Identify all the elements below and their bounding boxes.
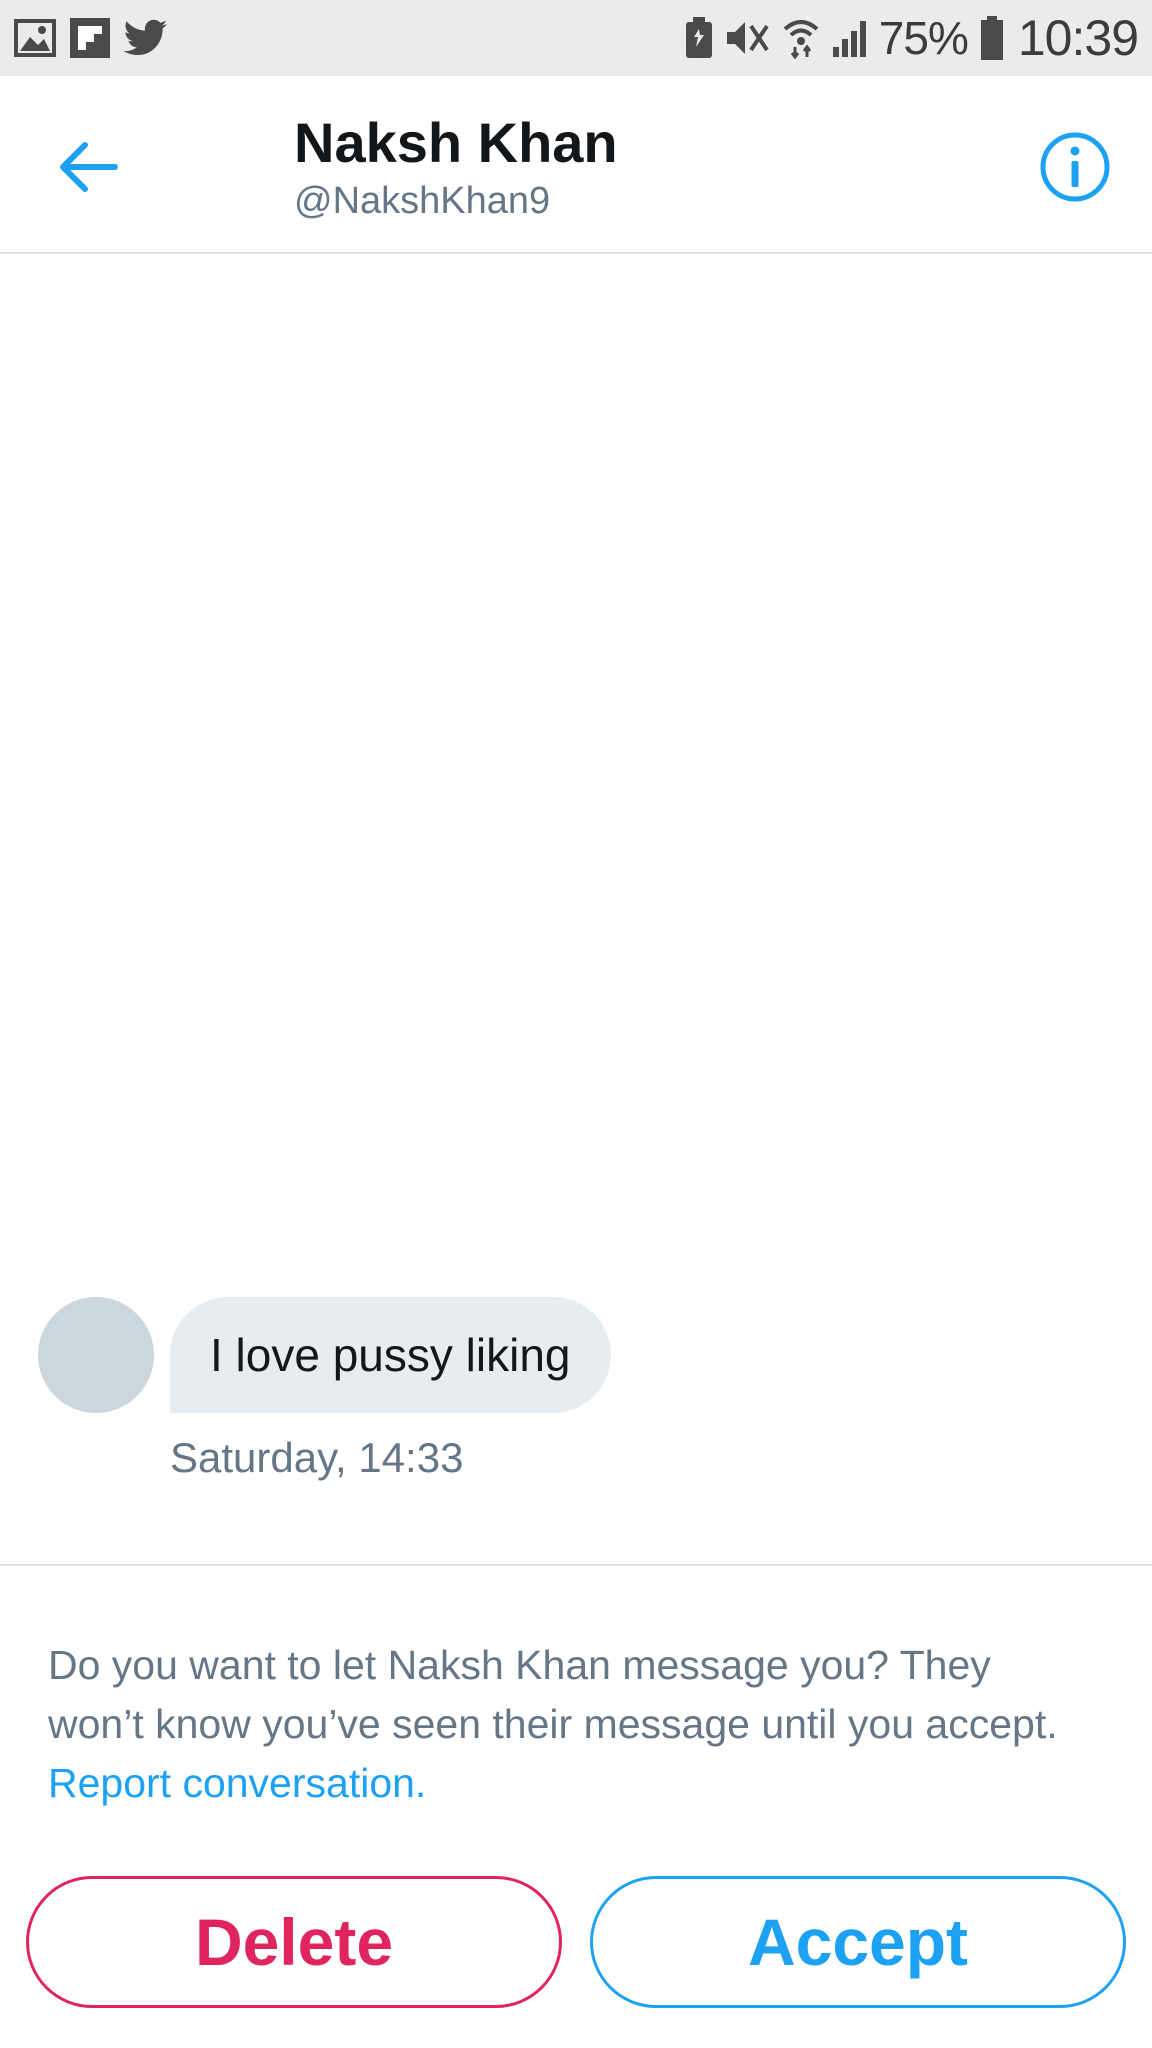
signal-icon [831, 19, 871, 57]
delete-button[interactable]: Delete [26, 1876, 562, 2008]
report-conversation-link[interactable]: Report conversation. [48, 1760, 426, 1806]
info-button[interactable] [1036, 128, 1114, 206]
wifi-icon [783, 17, 819, 59]
message-timestamp: Saturday, 14:33 [170, 1434, 464, 1481]
mute-icon [725, 18, 771, 58]
status-left [14, 18, 182, 58]
contact-handle[interactable]: @NakshKhan9 [294, 180, 550, 223]
flipboard-icon [70, 18, 110, 58]
status-bar: 75% 10:39 [0, 0, 1152, 76]
prompt-text: Do you want to let Naksh Khan message yo… [48, 1642, 1058, 1747]
battery-icon [980, 16, 1004, 60]
sender-avatar[interactable] [38, 1297, 154, 1413]
accept-button[interactable]: Accept [590, 1876, 1126, 2008]
back-button[interactable] [54, 132, 124, 202]
arrow-left-icon [60, 142, 118, 192]
message-text: I love pussy liking [210, 1329, 571, 1381]
divider [0, 1564, 1152, 1566]
conversation-header: Naksh Khan @NakshKhan9 [0, 76, 1152, 254]
delete-label: Delete [194, 1905, 394, 1979]
screen: 75% 10:39 Naksh Khan @NakshKhan9 I love … [0, 0, 1152, 2048]
twitter-icon [124, 19, 168, 57]
battery-saver-icon [685, 17, 713, 59]
message-bubble[interactable]: I love pussy liking [170, 1297, 611, 1413]
contact-name[interactable]: Naksh Khan [294, 110, 618, 175]
status-right: 75% 10:39 [673, 9, 1139, 67]
gallery-icon [14, 19, 56, 57]
accept-label: Accept [747, 1905, 969, 1979]
status-time: 10:39 [1017, 10, 1139, 66]
battery-percent: 75% [878, 12, 969, 64]
message-request-prompt: Do you want to let Naksh Khan message yo… [48, 1636, 1088, 1813]
info-icon [1040, 132, 1110, 202]
